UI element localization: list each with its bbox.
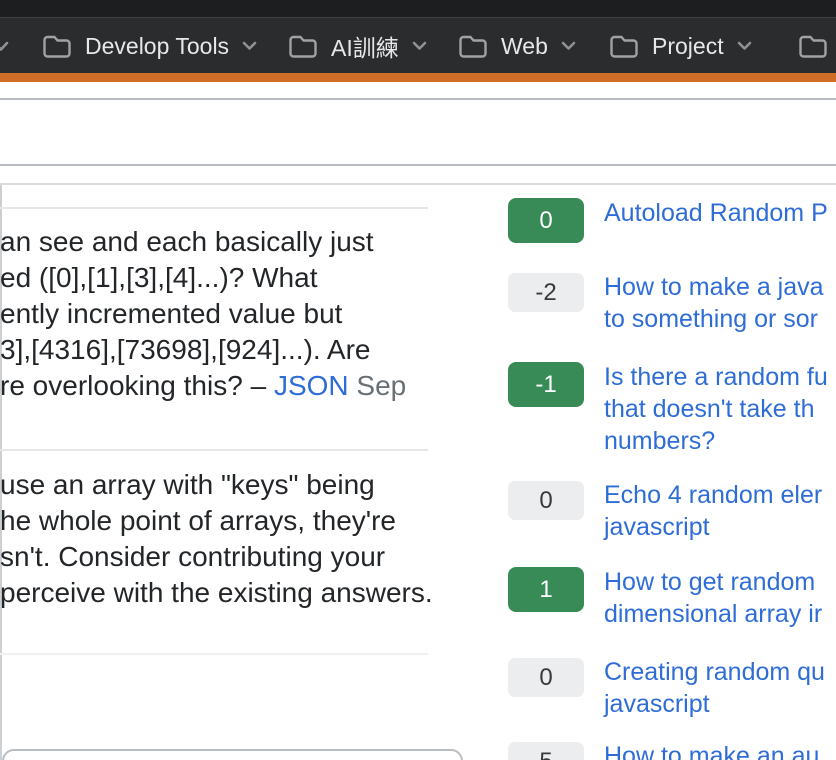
related-question-link[interactable]: Echo 4 random eler javascript [604, 479, 836, 543]
comment-text-line: re overlooking this? – JSON Sep [0, 368, 470, 404]
comment-text-line: he whole point of arrays, they're [0, 503, 470, 539]
vote-count-badge: -2 [508, 273, 584, 312]
vote-count-badge: 0 [508, 481, 584, 520]
related-question-link[interactable]: How to make a java to something or sor [604, 271, 836, 335]
related-question-row: -1 Is there a random fu that doesn't tak… [508, 361, 836, 457]
related-question-link[interactable]: How to get random dimensional array ir [604, 566, 836, 630]
chevron-down-icon [412, 41, 427, 51]
comment-text-line: an see and each basically just [0, 224, 470, 260]
comment-timestamp: Sep [356, 370, 406, 401]
related-question-link[interactable]: Creating random qu javascript [604, 656, 836, 720]
chevron-down-icon [242, 41, 257, 51]
comment-text-line: sn't. Consider contributing your [0, 539, 470, 575]
comment-text: re overlooking this? – [0, 370, 274, 401]
comment-text-line: ed ([0],[1],[3],[4]...)? What [0, 260, 470, 296]
bookmark-label: Develop Tools [85, 33, 229, 60]
comment-divider [0, 207, 428, 209]
folder-icon [42, 34, 72, 59]
bookmark-label: AI訓練 [331, 29, 399, 63]
related-questions-list: 0 Autoload Random P -2 How to make a jav… [508, 0, 836, 760]
comment-text-line: 3],[4316],[73698],[924]...). Are [0, 332, 470, 368]
comment-divider [0, 449, 428, 451]
bookmark-item-ai-training[interactable]: AI訓練 [288, 18, 427, 74]
related-question-row: 0 Creating random qu javascript [508, 656, 836, 720]
vote-count-badge: 0 [508, 658, 584, 697]
related-question-row: 1 How to get random dimensional array ir [508, 566, 836, 630]
related-question-link[interactable]: Is there a random fu that doesn't take t… [604, 361, 836, 457]
folder-icon [458, 34, 488, 59]
vote-count-badge: 0 [508, 198, 584, 243]
vote-count-badge: 5 [508, 742, 584, 760]
folder-icon [288, 34, 318, 59]
vote-count-badge: 1 [508, 567, 584, 612]
related-question-link[interactable]: Autoload Random P [604, 197, 836, 229]
related-question-row: -2 How to make a java to something or so… [508, 271, 836, 335]
related-question-row: 0 Echo 4 random eler javascript [508, 479, 836, 543]
browser-window: Develop Tools AI訓練 Web [0, 0, 836, 760]
related-question-link[interactable]: How to make an au [604, 740, 836, 760]
comment-text-line: ently incremented value but [0, 296, 470, 332]
vote-count-badge: -1 [508, 362, 584, 407]
comment-author-link[interactable]: JSON [274, 370, 349, 401]
add-comment-input[interactable] [2, 749, 463, 760]
comment: an see and each basically just ed ([0],[… [0, 224, 470, 404]
related-question-row: 5 How to make an au [508, 740, 836, 760]
comment-text-line: use an array with "keys" being [0, 467, 470, 503]
bookmark-item-develop-tools[interactable]: Develop Tools [42, 18, 257, 74]
comment-text-line: perceive with the existing answers. [0, 575, 470, 611]
comment: use an array with "keys" being he whole … [0, 467, 470, 611]
chevron-down-icon [0, 41, 9, 52]
bookmark-item-partial-left[interactable] [0, 18, 9, 74]
related-question-row: 0 Autoload Random P [508, 197, 836, 229]
comment-divider [0, 653, 428, 655]
